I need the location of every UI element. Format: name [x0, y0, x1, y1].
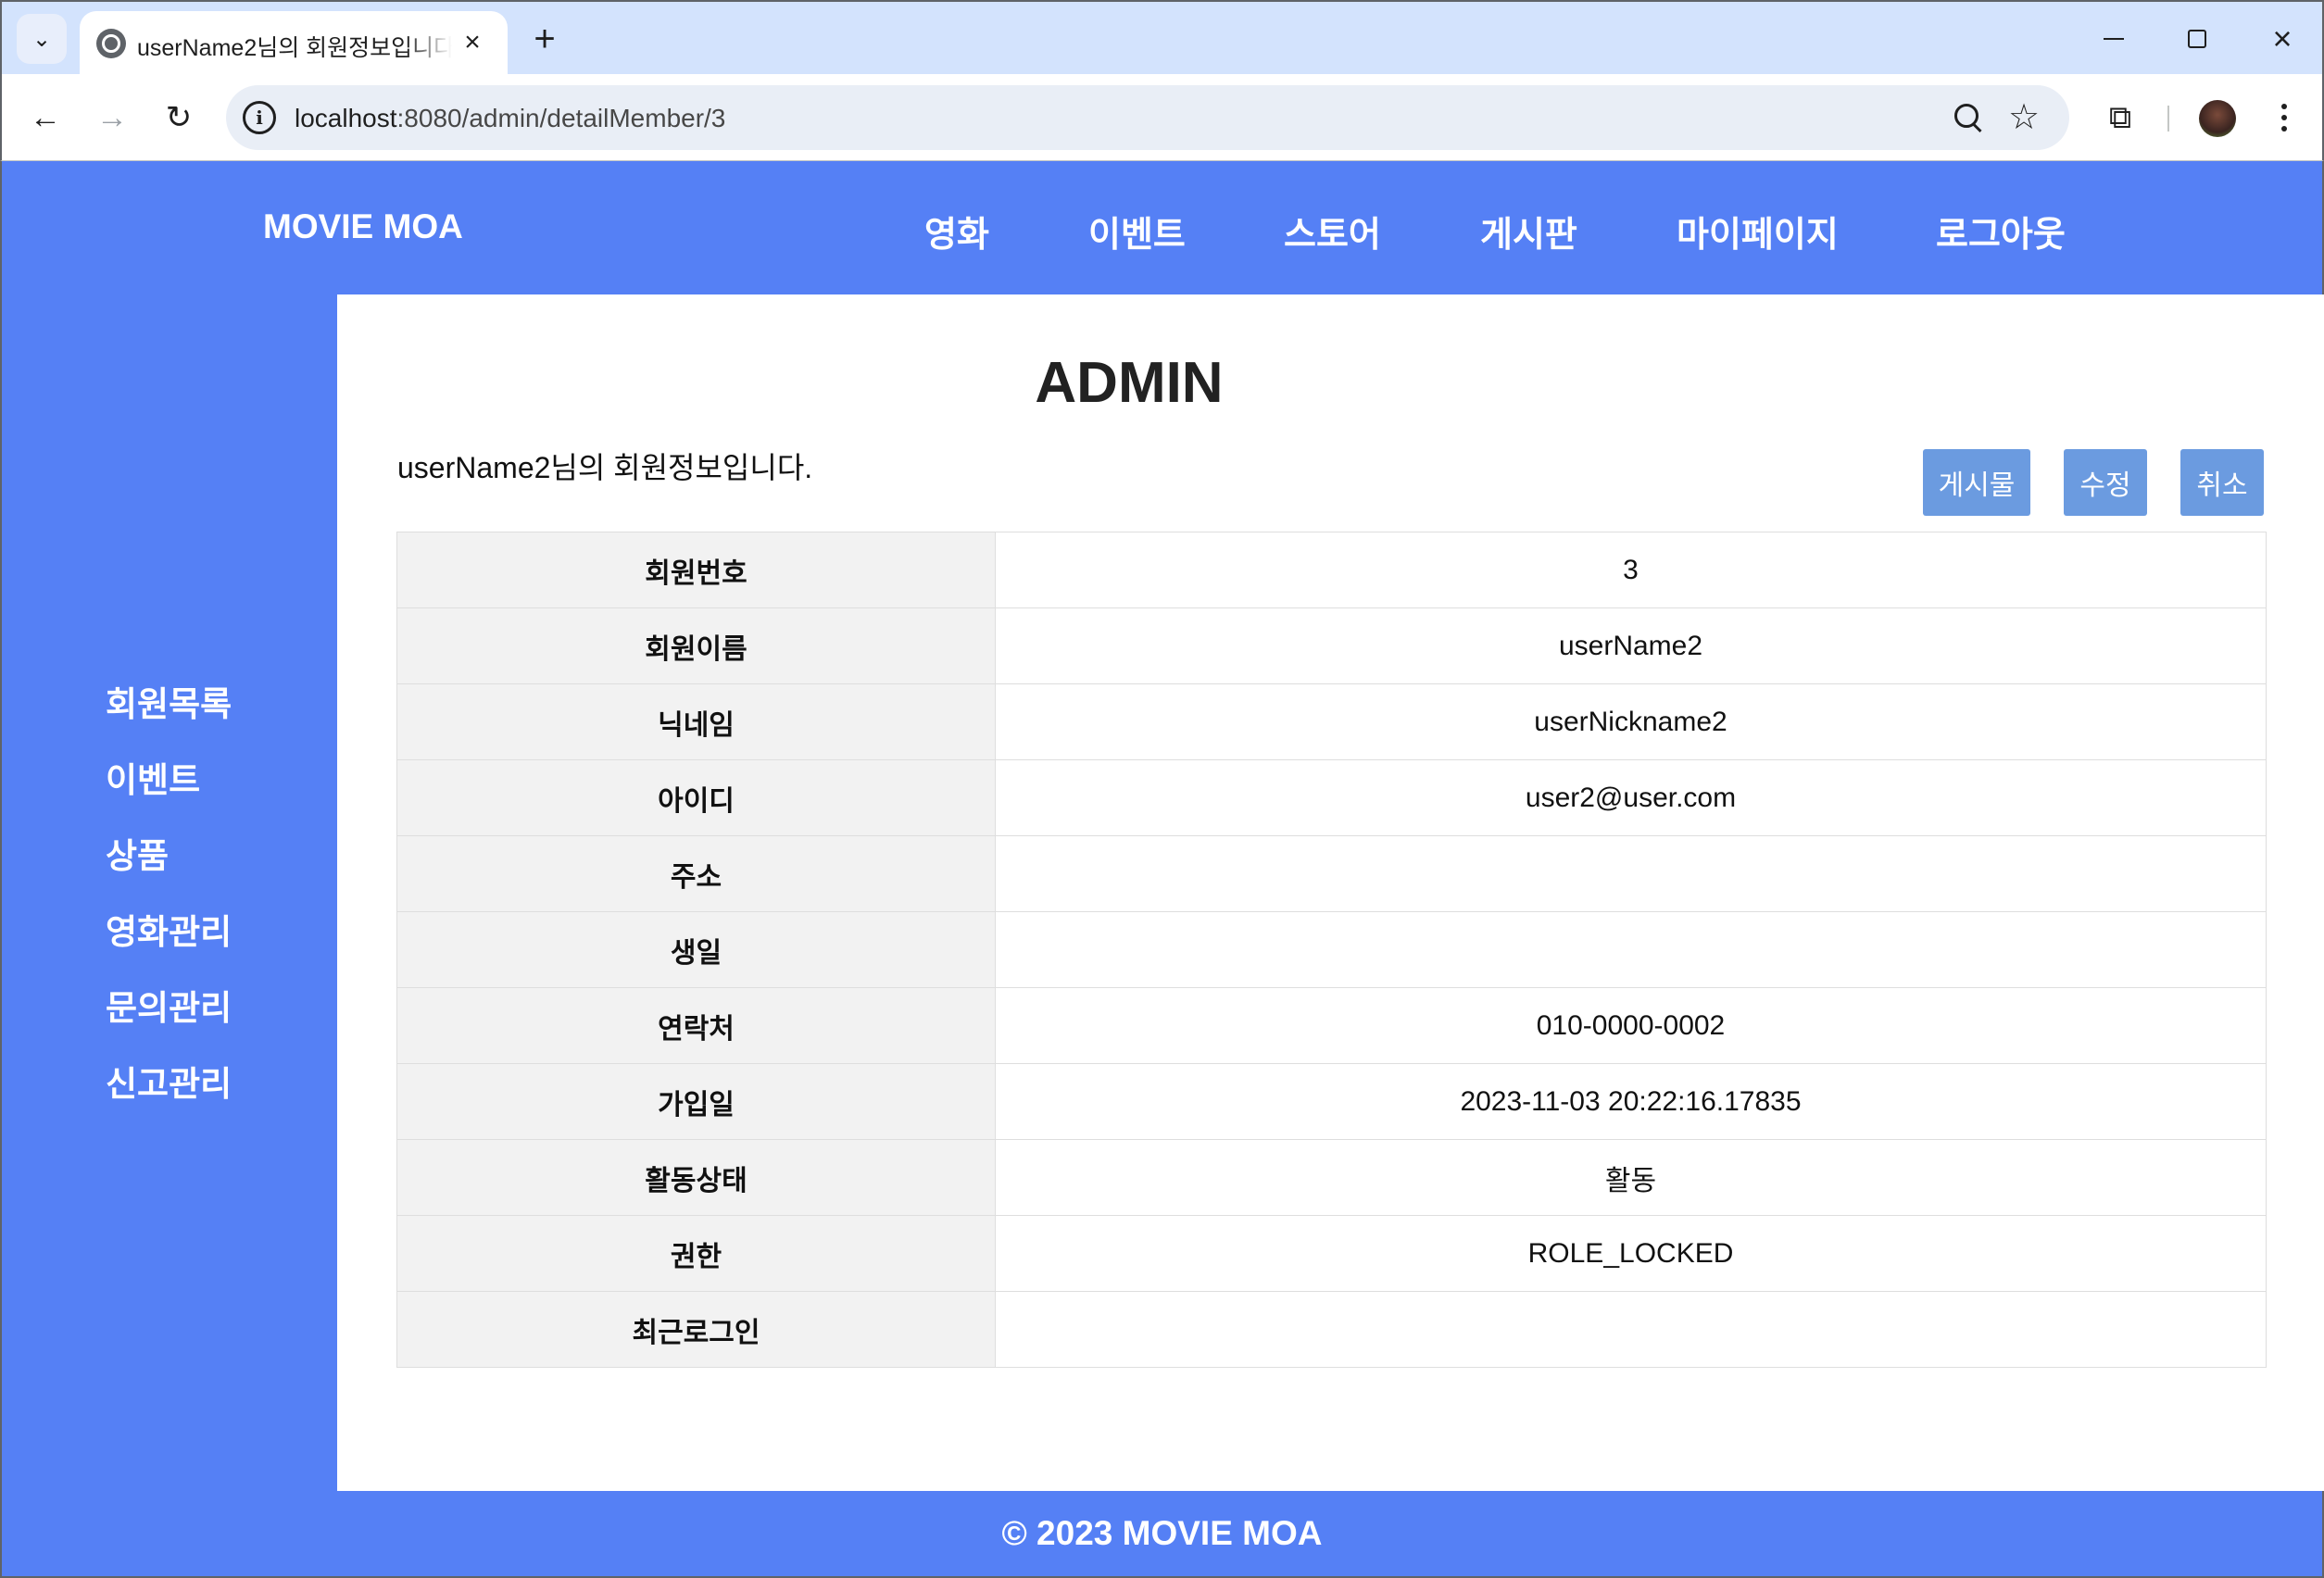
- row-value: [995, 1291, 2267, 1368]
- table-row: 닉네임 userNickname2: [396, 683, 2267, 760]
- table-row: 최근로그인: [396, 1291, 2267, 1368]
- row-value: user2@user.com: [995, 759, 2267, 836]
- forward-arrow-icon: →: [96, 99, 128, 135]
- table-row: 연락처 010-0000-0002: [396, 987, 2267, 1064]
- kebab-menu-icon[interactable]: [2266, 94, 2303, 141]
- row-label: 가입일: [396, 1063, 996, 1140]
- forward-button[interactable]: →: [89, 94, 135, 141]
- site-header: MOVIE MOA 영화 이벤트 스토어 게시판 마이페이지 로그아웃: [2, 161, 2322, 294]
- edit-button[interactable]: 수정: [2064, 449, 2147, 516]
- row-label: 권한: [396, 1215, 996, 1292]
- zoom-icon[interactable]: [1951, 100, 1988, 137]
- sidebar-item-report-manage[interactable]: 신고관리: [106, 1056, 232, 1106]
- plus-icon: +: [534, 18, 556, 59]
- page-title: ADMIN: [1035, 351, 1224, 415]
- member-info-table: 회원번호 3 회원이름 userName2 닉네임 userNickname2 아이디…: [396, 532, 2267, 1368]
- row-value: 3: [995, 532, 2267, 608]
- back-arrow-icon: ←: [30, 99, 61, 135]
- url-text[interactable]: localhost:8080/admin/detailMember/3: [295, 104, 725, 133]
- row-label: 주소: [396, 835, 996, 912]
- puzzle-icon[interactable]: ⧉: [2097, 94, 2143, 141]
- address-bar[interactable]: i localhost:8080/admin/detailMember/3 ☆: [226, 85, 2069, 150]
- close-icon: ×: [2272, 19, 2293, 57]
- sidebar-item-products[interactable]: 상품: [106, 828, 169, 878]
- window-close-button[interactable]: ×: [2255, 15, 2310, 63]
- nav-event[interactable]: 이벤트: [1088, 206, 1186, 257]
- sidebar-item-inquiry-manage[interactable]: 문의관리: [106, 980, 232, 1030]
- row-label: 회원번호: [396, 532, 996, 608]
- sidebar-item-events[interactable]: 이벤트: [106, 752, 200, 802]
- table-row: 권한 ROLE_LOCKED: [396, 1215, 2267, 1292]
- row-label: 활동상태: [396, 1139, 996, 1216]
- nav-mypage[interactable]: 마이페이지: [1677, 206, 1839, 257]
- sidebar-item-movie-manage[interactable]: 영화관리: [106, 904, 232, 954]
- table-row: 아이디 user2@user.com: [396, 759, 2267, 836]
- posts-button[interactable]: 게시물: [1923, 449, 2030, 516]
- info-icon[interactable]: i: [243, 101, 276, 134]
- footer-copyright: © 2023 MOVIE MOA: [1001, 1514, 1323, 1552]
- row-label: 생일: [396, 911, 996, 988]
- minimize-icon: [2104, 38, 2124, 40]
- table-row: 주소: [396, 835, 2267, 912]
- nav-logout[interactable]: 로그아웃: [1936, 206, 2066, 257]
- row-label: 연락처: [396, 987, 996, 1064]
- minimize-button[interactable]: [2086, 15, 2142, 63]
- row-label: 회원이름: [396, 607, 996, 684]
- table-row: 생일: [396, 911, 2267, 988]
- brand-logo[interactable]: MOVIE MOA: [263, 207, 463, 246]
- maximize-icon: [2188, 30, 2206, 48]
- browser-tab-active[interactable]: userName2님의 회원정보입니다 ×: [80, 11, 508, 76]
- new-tab-button[interactable]: +: [526, 15, 563, 63]
- back-button[interactable]: ←: [22, 94, 69, 141]
- browser-tab-strip: ⌄ userName2님의 회원정보입니다 × + ×: [0, 0, 2324, 76]
- browser-toolbar: ← → ↻ i localhost:8080/admin/detailMembe…: [0, 74, 2324, 161]
- nav-board[interactable]: 게시판: [1480, 206, 1577, 257]
- table-row: 회원번호 3: [396, 532, 2267, 608]
- member-caption: userName2님의 회원정보입니다.: [397, 451, 813, 484]
- toolbar-divider: [2167, 106, 2169, 132]
- row-value: userName2: [995, 607, 2267, 684]
- row-value: 2023-11-03 20:22:16.17835: [995, 1063, 2267, 1140]
- site-footer: © 2023 MOVIE MOA: [2, 1491, 2322, 1576]
- row-value: ROLE_LOCKED: [995, 1215, 2267, 1292]
- table-row: 회원이름 userName2: [396, 607, 2267, 684]
- close-icon[interactable]: ×: [454, 24, 491, 61]
- web-page: MOVIE MOA 영화 이벤트 스토어 게시판 마이페이지 로그아웃 회원목록…: [0, 161, 2324, 1578]
- table-row: 가입일 2023-11-03 20:22:16.17835: [396, 1063, 2267, 1140]
- globe-icon: [96, 29, 126, 58]
- row-value: 활동: [995, 1139, 2267, 1216]
- avatar[interactable]: [2199, 100, 2236, 137]
- reload-icon: ↻: [165, 100, 193, 135]
- reload-button[interactable]: ↻: [156, 94, 202, 141]
- admin-sidebar: 회원목록 이벤트 상품 영화관리 문의관리 신고관리: [2, 294, 337, 1489]
- cancel-button[interactable]: 취소: [2180, 449, 2264, 516]
- chevron-down-icon: ⌄: [31, 26, 52, 52]
- main-content: ADMIN userName2님의 회원정보입니다. 게시물 수정 취소 회원번…: [337, 294, 2324, 1491]
- row-value: [995, 911, 2267, 988]
- tab-search-button[interactable]: ⌄: [17, 14, 67, 64]
- row-label: 닉네임: [396, 683, 996, 760]
- nav-store[interactable]: 스토어: [1284, 206, 1381, 257]
- tab-title: userName2님의 회원정보입니다: [137, 35, 452, 61]
- row-label: 최근로그인: [396, 1291, 996, 1368]
- table-row: 활동상태 활동: [396, 1139, 2267, 1216]
- row-value: [995, 835, 2267, 912]
- nav-movie[interactable]: 영화: [924, 206, 989, 257]
- sidebar-item-members[interactable]: 회원목록: [106, 676, 232, 726]
- star-icon[interactable]: ☆: [2008, 96, 2040, 138]
- row-value: 010-0000-0002: [995, 987, 2267, 1064]
- row-value: userNickname2: [995, 683, 2267, 760]
- row-label: 아이디: [396, 759, 996, 836]
- maximize-button[interactable]: [2169, 15, 2225, 63]
